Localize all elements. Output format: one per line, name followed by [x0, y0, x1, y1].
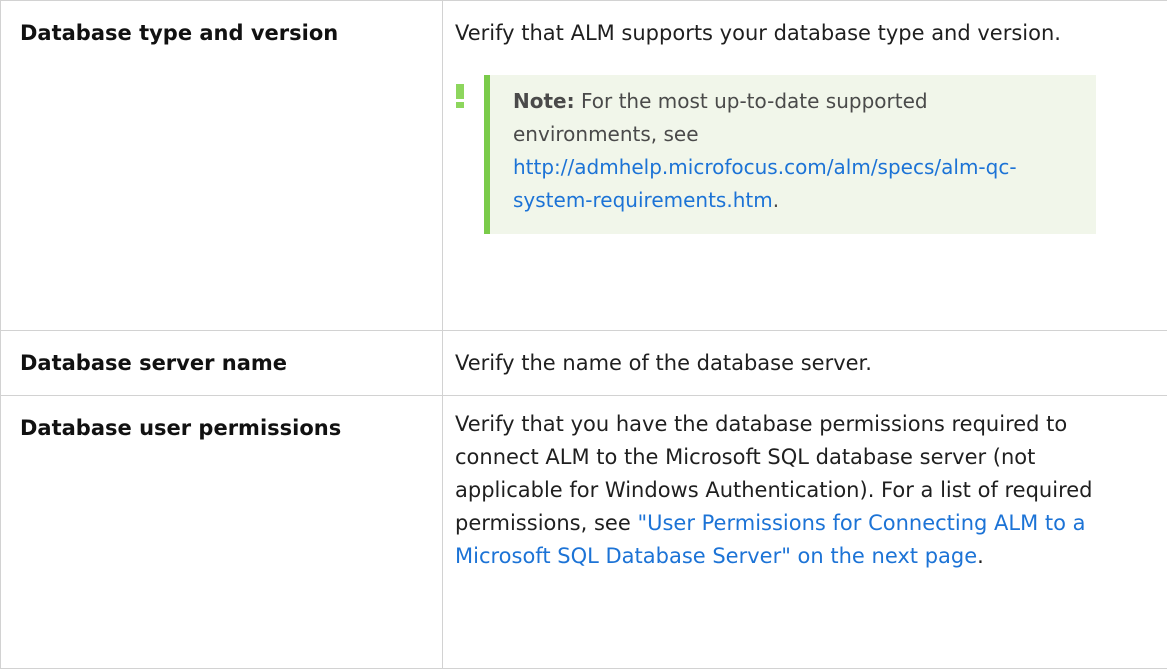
table-row: Database server name Verify the name of … [1, 331, 1167, 396]
note-suffix: . [773, 188, 779, 212]
description-text: Verify that ALM supports your database t… [443, 1, 1167, 50]
table-row: Database type and version Verify that AL… [1, 1, 1167, 331]
note-label: Note: [513, 89, 575, 113]
requirements-table: Database type and version Verify that AL… [0, 0, 1167, 669]
term-label: Database server name [1, 331, 442, 379]
term-cell: Database type and version [1, 1, 443, 331]
description-cell: Verify the name of the database server. [443, 331, 1167, 396]
term-cell: Database server name [1, 331, 443, 396]
note-body: For the most up-to-date supported enviro… [513, 89, 928, 146]
description-text: Verify the name of the database server. [443, 331, 1167, 380]
description-cell: Verify that you have the database permis… [443, 396, 1167, 669]
description-suffix: . [977, 544, 984, 568]
term-cell: Database user permissions [1, 396, 443, 669]
note-box: Note: For the most up-to-date supported … [484, 75, 1096, 234]
term-label: Database user permissions [1, 396, 442, 444]
note-block: Note: For the most up-to-date supported … [455, 75, 1095, 234]
description-cell: Verify that ALM supports your database t… [443, 1, 1167, 331]
exclamation-note-icon [455, 84, 465, 108]
term-label: Database type and version [1, 1, 442, 49]
system-requirements-link[interactable]: http://admhelp.microfocus.com/alm/specs/… [513, 155, 1017, 212]
note-text: Note: For the most up-to-date supported … [513, 85, 1076, 217]
description-text: Verify that you have the database permis… [443, 396, 1167, 573]
table-row: Database user permissions Verify that yo… [1, 396, 1167, 669]
